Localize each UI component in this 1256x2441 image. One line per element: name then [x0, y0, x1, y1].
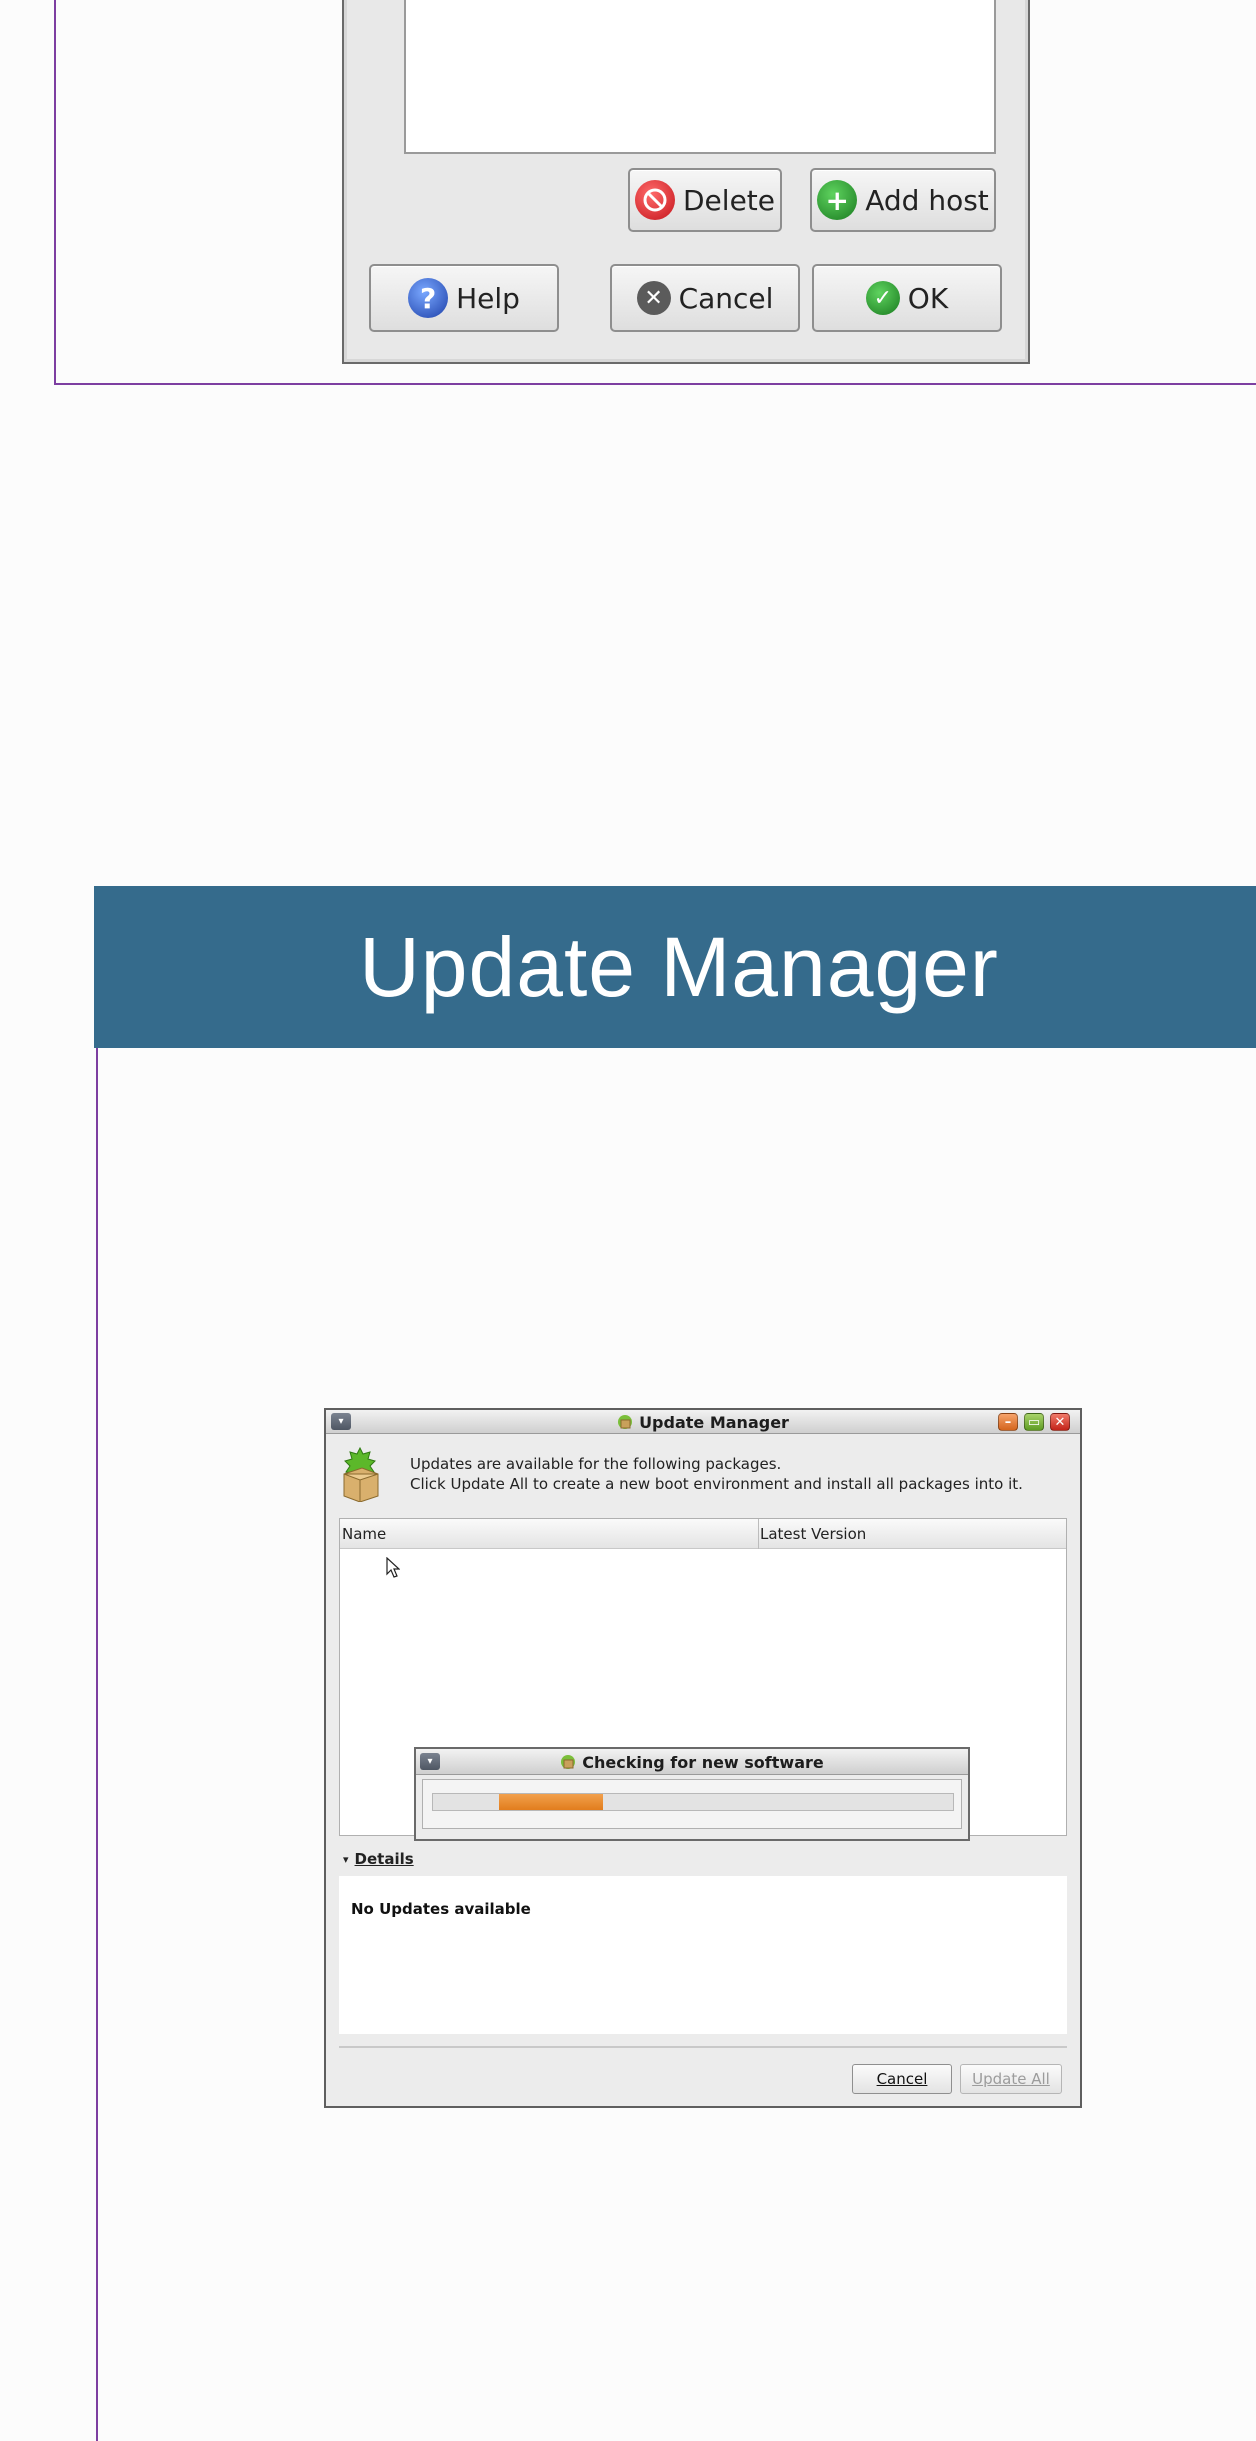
delete-label: Delete [683, 183, 775, 217]
package-icon [617, 1414, 633, 1430]
banner-title: Update Manager [359, 919, 999, 1014]
package-icon-small [560, 1754, 576, 1770]
no-entry-icon [635, 180, 675, 220]
expander-arrow-icon: ▾ [343, 1852, 349, 1866]
update-cancel-label: Cancel [876, 2070, 928, 2088]
delete-button[interactable]: Delete [628, 168, 782, 232]
checking-dialog-titlebar[interactable]: ▾ Checking for new software [416, 1749, 968, 1775]
update-cancel-button[interactable]: Cancel [852, 2064, 952, 2094]
progress-bar [432, 1793, 954, 1811]
mouse-cursor-icon [386, 1556, 401, 1579]
add-host-button[interactable]: + Add host [810, 168, 996, 232]
add-host-label: Add host [865, 183, 989, 217]
progress-fill [499, 1794, 603, 1810]
column-name[interactable]: Name [340, 1519, 759, 1549]
update-manager-window: ▾ Update Manager – ▭ ✕ Updates are avail… [324, 1408, 1082, 2108]
minimize-icon[interactable]: – [998, 1413, 1018, 1431]
window-title: Update Manager [326, 1410, 1080, 1434]
help-icon: ? [408, 278, 449, 318]
title-bar[interactable]: ▾ Update Manager – ▭ ✕ [326, 1410, 1080, 1434]
help-label: Help [456, 281, 520, 315]
maximize-icon[interactable]: ▭ [1024, 1413, 1044, 1431]
column-name-label: Name [342, 1525, 387, 1543]
details-panel: No Updates available [339, 1876, 1067, 2034]
column-latest-version-label: Latest Version [760, 1525, 867, 1543]
column-latest-version[interactable]: Latest Version [758, 1519, 1060, 1549]
separator [339, 2046, 1067, 2048]
host-list[interactable] [404, 0, 996, 154]
checking-dialog: ▾ Checking for new software [414, 1747, 970, 1841]
info-line-1: Updates are available for the following … [410, 1455, 782, 1473]
close-icon[interactable]: ✕ [1050, 1413, 1070, 1431]
cancel-icon: ✕ [636, 281, 671, 315]
cancel-label: Cancel [678, 281, 774, 315]
list-header: Name Latest Version [340, 1519, 1066, 1549]
check-icon: ✓ [865, 281, 900, 315]
ok-button[interactable]: ✓ OK [812, 264, 1002, 332]
cancel-button[interactable]: ✕ Cancel [610, 264, 800, 332]
updates-package-icon [340, 1446, 380, 1503]
checking-dialog-title: Checking for new software [416, 1749, 968, 1775]
plus-icon: + [817, 180, 858, 220]
slide-frame-line [96, 1048, 98, 2441]
help-button[interactable]: ? Help [369, 264, 559, 332]
info-line-2: Click Update All to create a new boot en… [410, 1475, 1023, 1493]
update-all-label: Update All [972, 2070, 1050, 2088]
details-label: Details [354, 1850, 414, 1868]
checking-dialog-title-text: Checking for new software [582, 1752, 824, 1772]
window-title-text: Update Manager [639, 1412, 789, 1432]
package-list[interactable]: Name Latest Version ▾ Checking for new s… [339, 1518, 1067, 1841]
details-message: No Updates available [351, 1900, 531, 1918]
update-all-button[interactable]: Update All [960, 2064, 1062, 2094]
ok-label: OK [907, 281, 949, 315]
details-expander[interactable]: ▾ Details [339, 1840, 1067, 1878]
section-banner: Update Manager [94, 886, 1256, 1048]
